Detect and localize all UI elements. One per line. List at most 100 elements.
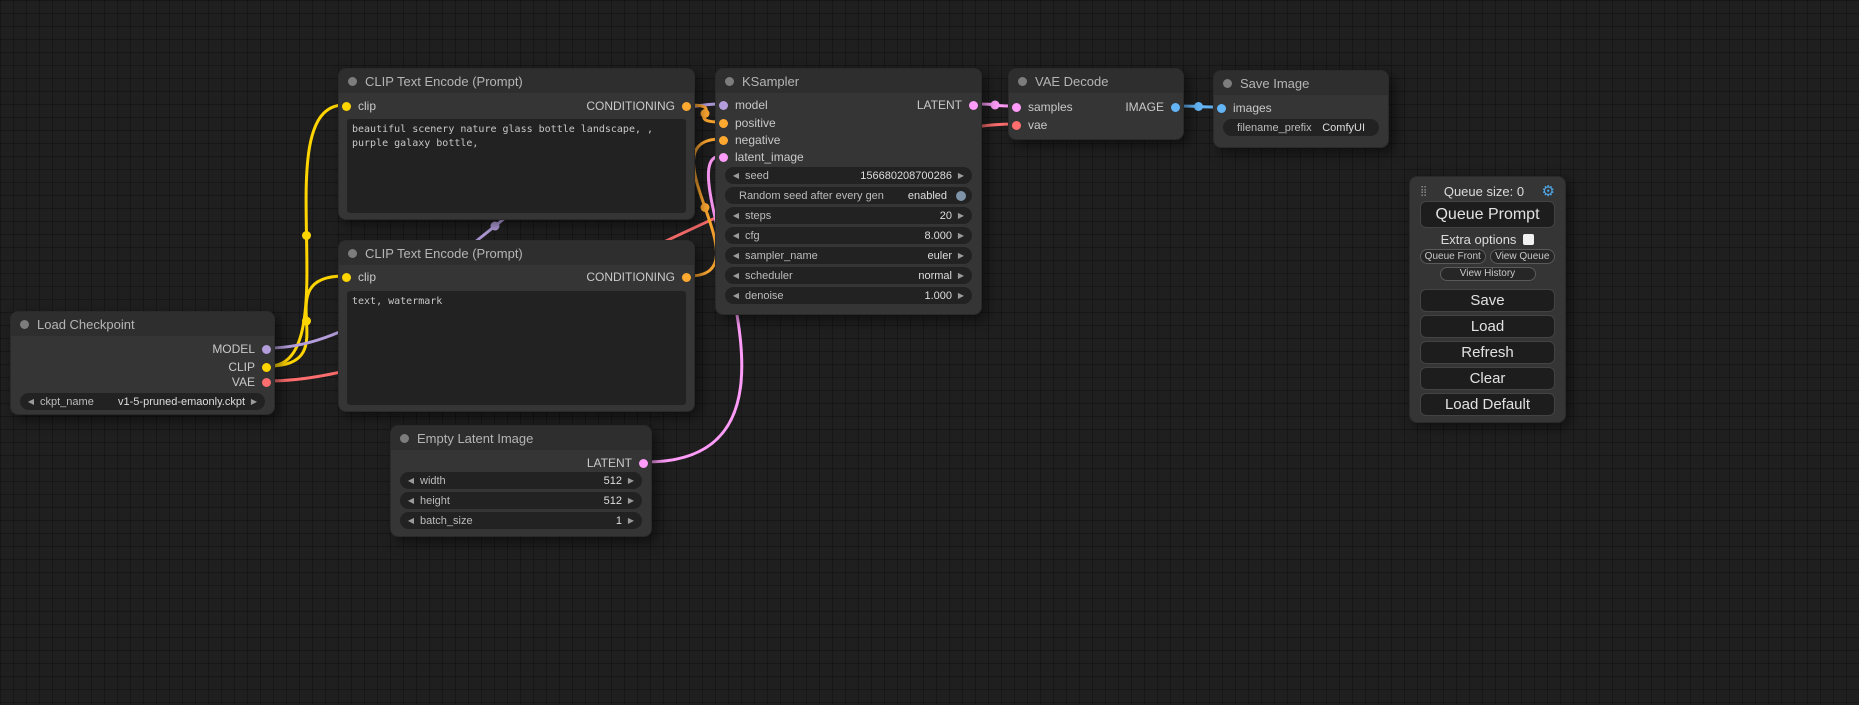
queue-size-label: Queue size: 0 [1426,184,1541,199]
increment-arrow-icon[interactable]: ▶ [955,227,967,244]
slot-samples-input: samples [1012,99,1073,115]
node-title: CLIP Text Encode (Prompt) [365,74,523,89]
node-ksampler[interactable]: KSampler model positive negative latent_… [715,68,982,315]
decrement-arrow-icon[interactable]: ◀ [730,207,742,224]
save-button[interactable]: Save [1420,289,1555,312]
widget-steps[interactable]: ◀ steps 20 ▶ [725,207,972,224]
toggle-knob[interactable] [956,191,966,201]
positive-input-port[interactable] [719,119,728,128]
slot-latent-output: LATENT [917,97,978,113]
collapse-dot[interactable] [348,249,357,258]
node-clip-text-encode-positive[interactable]: CLIP Text Encode (Prompt) clip CONDITION… [338,68,695,220]
node-load-checkpoint[interactable]: Load Checkpoint MODEL CLIP VAE ◀ ckpt_na… [10,311,275,415]
increment-arrow-icon[interactable]: ▶ [248,393,260,410]
queue-front-button[interactable]: Queue Front [1420,249,1486,264]
decrement-arrow-icon[interactable]: ◀ [730,267,742,284]
collapse-dot[interactable] [348,77,357,86]
collapse-dot[interactable] [725,77,734,86]
decrement-arrow-icon[interactable]: ◀ [25,393,37,410]
model-input-port[interactable] [719,101,728,110]
decrement-arrow-icon[interactable]: ◀ [730,167,742,184]
slot-model-input: model [719,97,768,113]
queue-prompt-button[interactable]: Queue Prompt [1420,201,1555,228]
decrement-arrow-icon[interactable]: ◀ [730,287,742,304]
refresh-button[interactable]: Refresh [1420,341,1555,364]
extra-options-checkbox[interactable] [1523,234,1534,245]
widget-denoise[interactable]: ◀ denoise 1.000 ▶ [725,287,972,304]
node-title-bar[interactable]: Save Image [1214,71,1388,95]
slot-latent-image-input: latent_image [719,149,804,165]
latent-output-port[interactable] [639,459,648,468]
load-button[interactable]: Load [1420,315,1555,338]
node-title-bar[interactable]: Empty Latent Image [391,426,651,450]
widget-height[interactable]: ◀ height 512 ▶ [400,492,642,509]
increment-arrow-icon[interactable]: ▶ [625,492,637,509]
model-output-port[interactable] [262,345,271,354]
view-queue-button[interactable]: View Queue [1490,249,1556,264]
vae-output-port[interactable] [262,378,271,387]
clear-button[interactable]: Clear [1420,367,1555,390]
node-empty-latent-image[interactable]: Empty Latent Image LATENT ◀ width 512 ▶ … [390,425,652,537]
load-default-button[interactable]: Load Default [1420,393,1555,416]
decrement-arrow-icon[interactable]: ◀ [730,227,742,244]
clip-input-port[interactable] [342,273,351,282]
conditioning-output-port[interactable] [682,102,691,111]
collapse-dot[interactable] [1223,79,1232,88]
increment-arrow-icon[interactable]: ▶ [955,247,967,264]
slot-clip-input: clip [342,98,376,114]
widget-scheduler[interactable]: ◀ scheduler normal ▶ [725,267,972,284]
slot-model-output: MODEL [212,341,271,357]
slot-positive-input: positive [719,115,776,131]
conditioning-output-port[interactable] [682,273,691,282]
collapse-dot[interactable] [400,434,409,443]
widget-ckpt-name[interactable]: ◀ ckpt_name v1-5-pruned-emaonly.ckpt ▶ [20,393,265,410]
image-output-port[interactable] [1171,103,1180,112]
node-title-bar[interactable]: KSampler [716,69,981,93]
decrement-arrow-icon[interactable]: ◀ [405,472,417,489]
negative-prompt-textarea[interactable]: text, watermark [347,291,686,405]
widget-cfg[interactable]: ◀ cfg 8.000 ▶ [725,227,972,244]
clip-input-port[interactable] [342,102,351,111]
images-input-port[interactable] [1217,104,1226,113]
latent-image-input-port[interactable] [719,153,728,162]
slot-images-input: images [1217,100,1272,116]
widget-sampler-name[interactable]: ◀ sampler_name euler ▶ [725,247,972,264]
slot-image-output: IMAGE [1125,99,1180,115]
increment-arrow-icon[interactable]: ▶ [625,512,637,529]
slot-vae-input: vae [1012,117,1047,133]
slot-clip-output: CLIP [228,359,271,375]
increment-arrow-icon[interactable]: ▶ [955,267,967,284]
collapse-dot[interactable] [1018,77,1027,86]
increment-arrow-icon[interactable]: ▶ [955,207,967,224]
positive-prompt-textarea[interactable]: beautiful scenery nature glass bottle la… [347,119,686,213]
widget-batch-size[interactable]: ◀ batch_size 1 ▶ [400,512,642,529]
increment-arrow-icon[interactable]: ▶ [955,167,967,184]
slot-clip-input: clip [342,269,376,285]
node-title-bar[interactable]: CLIP Text Encode (Prompt) [339,69,694,93]
node-vae-decode[interactable]: VAE Decode samples vae IMAGE [1008,68,1184,140]
node-title-bar[interactable]: VAE Decode [1009,69,1183,93]
latent-output-port[interactable] [969,101,978,110]
widget-width[interactable]: ◀ width 512 ▶ [400,472,642,489]
samples-input-port[interactable] [1012,103,1021,112]
increment-arrow-icon[interactable]: ▶ [955,287,967,304]
collapse-dot[interactable] [20,320,29,329]
negative-input-port[interactable] [719,136,728,145]
node-save-image[interactable]: Save Image images filename_prefix ComfyU… [1213,70,1389,148]
widget-seed[interactable]: ◀ seed 156680208700286 ▶ [725,167,972,184]
node-title-bar[interactable]: CLIP Text Encode (Prompt) [339,241,694,265]
widget-control-after-generate[interactable]: Random seed after every gen enabled [725,187,972,204]
view-history-button[interactable]: View History [1440,267,1536,281]
decrement-arrow-icon[interactable]: ◀ [405,512,417,529]
clip-output-port[interactable] [262,363,271,372]
decrement-arrow-icon[interactable]: ◀ [730,247,742,264]
settings-gear-icon[interactable]: ⚙ [1542,184,1555,199]
increment-arrow-icon[interactable]: ▶ [625,472,637,489]
queue-panel: ⣿ Queue size: 0 ⚙ Queue Prompt Extra opt… [1409,176,1566,423]
widget-filename-prefix[interactable]: filename_prefix ComfyUI [1223,119,1379,136]
node-title: VAE Decode [1035,74,1108,89]
node-clip-text-encode-negative[interactable]: CLIP Text Encode (Prompt) clip CONDITION… [338,240,695,412]
decrement-arrow-icon[interactable]: ◀ [405,492,417,509]
node-title-bar[interactable]: Load Checkpoint [11,312,274,336]
vae-input-port[interactable] [1012,121,1021,130]
